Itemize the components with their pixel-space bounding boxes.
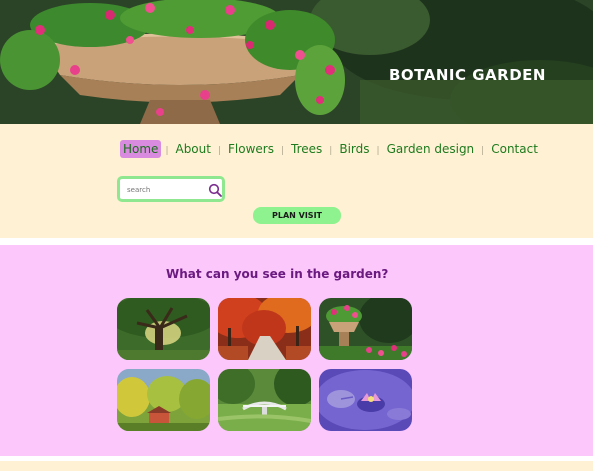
- nav-separator: |: [376, 145, 380, 156]
- nav-separator: |: [481, 145, 485, 156]
- gallery-section: What can you see in the garden?: [0, 245, 593, 456]
- footer: [0, 461, 593, 471]
- nav-separator: |: [165, 145, 169, 156]
- search-input[interactable]: [127, 183, 205, 197]
- nav-item-birds[interactable]: Birds: [336, 140, 372, 158]
- search-box: [117, 176, 225, 202]
- nav-item-trees[interactable]: Trees: [288, 140, 325, 158]
- gallery-image-bridge[interactable]: [218, 369, 311, 431]
- nav-separator: |: [329, 145, 333, 156]
- nav-separator: |: [217, 145, 222, 156]
- section-divider: [0, 238, 593, 245]
- site-title: BOTANIC GARDEN: [389, 66, 546, 84]
- nav-item-home[interactable]: Home: [120, 140, 162, 158]
- nav-item-garden-design[interactable]: Garden design: [384, 140, 478, 158]
- gallery-image-autumn-path[interactable]: [218, 298, 311, 360]
- hero-banner: BOTANIC GARDEN: [0, 0, 593, 124]
- plan-visit-button[interactable]: PLAN VISIT: [253, 207, 341, 224]
- hero-garden-image: [0, 0, 593, 124]
- main-nav: Home | About | Flowers | Trees | Birds |…: [120, 140, 541, 158]
- nav-item-about[interactable]: About: [172, 140, 213, 158]
- nav-separator: |: [280, 145, 285, 156]
- gallery-image-flower-planter[interactable]: [319, 298, 412, 360]
- nav-item-contact[interactable]: Contact: [488, 140, 541, 158]
- gallery-image-house-in-trees[interactable]: [117, 369, 210, 431]
- search-icon[interactable]: [208, 182, 222, 197]
- gallery-title: What can you see in the garden?: [166, 267, 389, 281]
- nav-item-flowers[interactable]: Flowers: [225, 140, 277, 158]
- nav-section: Home | About | Flowers | Trees | Birds |…: [0, 124, 593, 238]
- gallery-image-tree[interactable]: [117, 298, 210, 360]
- gallery-image-water-lily[interactable]: [319, 369, 412, 431]
